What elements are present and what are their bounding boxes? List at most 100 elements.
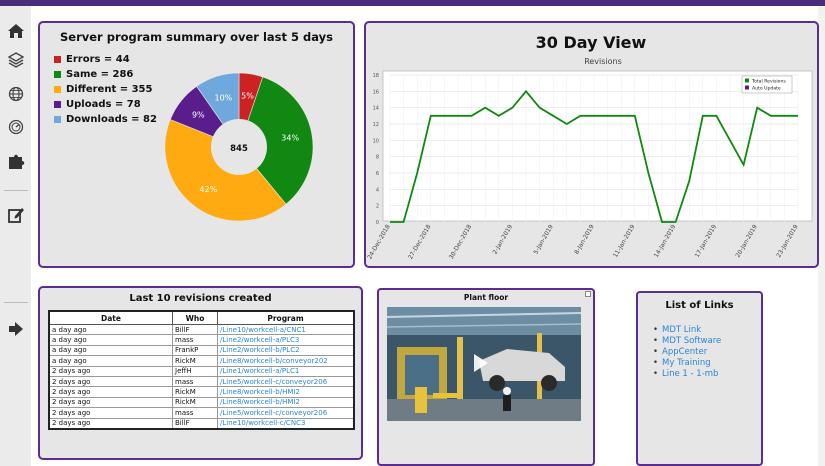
y-tick-label: 6 — [376, 171, 379, 177]
cell-program[interactable]: /Line10/workcell-a/CNC1 — [217, 323, 355, 336]
revisions-panel: Last 10 revisions created Date Who Progr… — [38, 286, 363, 460]
table-row[interactable]: 2 days ago mass/Line5/workcell-c/conveyor… — [48, 407, 355, 419]
pie-data-label: 42% — [199, 185, 217, 194]
y-tick-label: 4 — [376, 187, 379, 193]
sidebar-divider — [4, 302, 28, 303]
chart-title: 30 Day View — [536, 33, 647, 52]
plant-floor-video[interactable] — [387, 307, 581, 421]
x-tick-label: 27-Dec-2018 — [407, 223, 433, 260]
table-row[interactable]: 2 days ago BillF/Line10/workcell-c/CNC3 — [48, 417, 355, 430]
cell-date: 2 days ago — [48, 365, 173, 377]
cell-date: a day ago — [48, 344, 173, 357]
cell-date: 2 days ago — [48, 375, 173, 388]
table-row[interactable]: 2 days ago RickM/Line8/workcell-b/HMI2 — [48, 386, 355, 398]
cell-program[interactable]: /Line2/workcell-a/PLC3 — [217, 334, 355, 346]
plant-floor-title: Plant floor — [463, 293, 509, 302]
cell-program[interactable]: /Line8/workcell-b/HMI2 — [217, 396, 355, 409]
plant-floor-panel: Plant floor — [377, 288, 595, 466]
link-item[interactable]: MDT Software — [653, 336, 721, 347]
edit-icon[interactable] — [6, 205, 26, 225]
cell-program[interactable]: /Line5/workcell-c/conveyor206 — [217, 375, 355, 388]
cell-date: a day ago — [48, 334, 173, 346]
x-tick-label: 20-Jan-2019 — [734, 223, 759, 259]
link-item[interactable]: MDT Link — [653, 325, 721, 336]
cell-date: 2 days ago — [48, 407, 173, 419]
cell-who: mass — [172, 334, 218, 346]
x-tick-label: 24-Dec-2018 — [366, 223, 392, 260]
pie-data-label: 5% — [241, 92, 254, 101]
cell-program[interactable]: /Line8/workcell-b/HMI2 — [217, 386, 355, 398]
cell-who: RickM — [172, 396, 218, 409]
link-item[interactable]: My Training — [653, 358, 721, 369]
x-tick-label: 30-Dec-2018 — [448, 223, 474, 260]
x-tick-label: 14-Jan-2019 — [653, 223, 678, 259]
table-row[interactable]: a day ago BillF/Line10/workcell-a/CNC1 — [48, 323, 355, 336]
sidebar-divider — [4, 190, 28, 191]
table-row[interactable]: 2 days ago mass/Line5/workcell-c/conveyor… — [48, 375, 355, 388]
cell-program[interactable]: /Line10/workcell-c/CNC3 — [217, 417, 355, 430]
cell-who: FrankP — [172, 344, 218, 357]
pie-data-label: 9% — [192, 111, 205, 120]
cell-program[interactable]: /Line8/workcell-b/conveyor202 — [217, 355, 355, 367]
y-tick-label: 14 — [373, 106, 379, 112]
globe-icon[interactable] — [6, 84, 26, 104]
x-tick-label: 11-Jan-2019 — [612, 223, 637, 259]
layers-icon[interactable] — [6, 50, 26, 70]
puzzle-icon[interactable] — [6, 151, 26, 171]
pie-data-label: 34% — [281, 134, 299, 143]
cell-date: a day ago — [48, 355, 173, 367]
table-header-row: Date Who Program — [48, 310, 355, 325]
cell-who: BillF — [172, 323, 218, 336]
x-tick-label: 2-Jan-2019 — [492, 223, 515, 255]
table-row[interactable]: a day ago FrankP/Line2/workcell-b/PLC2 — [48, 344, 355, 357]
x-tick-label: 5-Jan-2019 — [532, 223, 555, 255]
pie-center-total: 845 — [230, 144, 248, 154]
x-tick-label: 17-Jan-2019 — [694, 223, 719, 259]
x-tick-label: 8-Jan-2019 — [573, 223, 596, 255]
revisions-title: Last 10 revisions created — [129, 293, 272, 304]
summary-panel: Server program summary over last 5 days … — [38, 21, 355, 268]
cell-program[interactable]: /Line5/workcell-c/conveyor206 — [217, 407, 355, 419]
y-tick-label: 2 — [376, 204, 379, 210]
column-header-date[interactable]: Date — [48, 310, 173, 325]
panel-resize-handle[interactable] — [585, 291, 591, 297]
cell-who: mass — [172, 407, 218, 419]
cell-who: RickM — [172, 386, 218, 398]
chart-legend-label: Auto Update — [752, 86, 781, 92]
cell-program[interactable]: /Line2/workcell-b/PLC2 — [217, 344, 355, 357]
table-row[interactable]: a day ago mass/Line2/workcell-a/PLC3 — [48, 334, 355, 346]
table-row[interactable]: 2 days ago JeffH/Line1/workcell-a/PLC1 — [48, 365, 355, 377]
y-tick-label: 16 — [373, 89, 379, 95]
pie-chart: 845 5% 34% 42% 9% 10% — [164, 72, 314, 222]
pie-data-label: 10% — [215, 93, 233, 102]
cell-who: mass — [172, 375, 218, 388]
chart-legend-label: Total Revisions — [751, 79, 786, 85]
y-tick-label: 8 — [376, 155, 379, 161]
y-tick-label: 10 — [373, 138, 379, 144]
link-item[interactable]: Line 1 - 1-mb — [653, 369, 721, 380]
column-header-program[interactable]: Program — [217, 310, 355, 325]
sign-out-icon[interactable] — [6, 319, 26, 339]
home-icon[interactable] — [6, 21, 26, 41]
page-scrollbar[interactable] — [818, 6, 825, 466]
table-row[interactable]: a day ago RickM/Line8/workcell-b/conveyor… — [48, 355, 355, 367]
play-icon[interactable] — [474, 354, 488, 372]
y-tick-label: 0 — [376, 220, 379, 226]
links-list: MDT LinkMDT SoftwareAppCenterMy Training… — [648, 325, 721, 380]
cell-who: RickM — [172, 355, 218, 367]
chart-subtitle: Revisions — [584, 57, 622, 66]
links-panel: List of Links MDT LinkMDT SoftwareAppCen… — [636, 291, 763, 466]
link-item[interactable]: AppCenter — [653, 347, 721, 358]
cell-program[interactable]: /Line1/workcell-a/PLC1 — [217, 365, 355, 377]
dashboard-icon[interactable] — [6, 117, 26, 137]
chart-legend-swatch — [745, 85, 749, 90]
cell-who: BillF — [172, 417, 218, 430]
table-row[interactable]: 2 days ago RickM/Line8/workcell-b/HMI2 — [48, 396, 355, 409]
line-chart: 30 Day View Revisions 0 2 4 6 8 10 12 14 16 18 24… — [366, 33, 813, 261]
chart-legend-swatch — [745, 78, 749, 83]
cell-date: 2 days ago — [48, 386, 173, 398]
column-header-who[interactable]: Who — [172, 310, 218, 325]
cell-date: 2 days ago — [48, 396, 173, 409]
x-tick-label: 23-Jan-2019 — [775, 223, 800, 259]
y-tick-label: 18 — [373, 73, 379, 79]
